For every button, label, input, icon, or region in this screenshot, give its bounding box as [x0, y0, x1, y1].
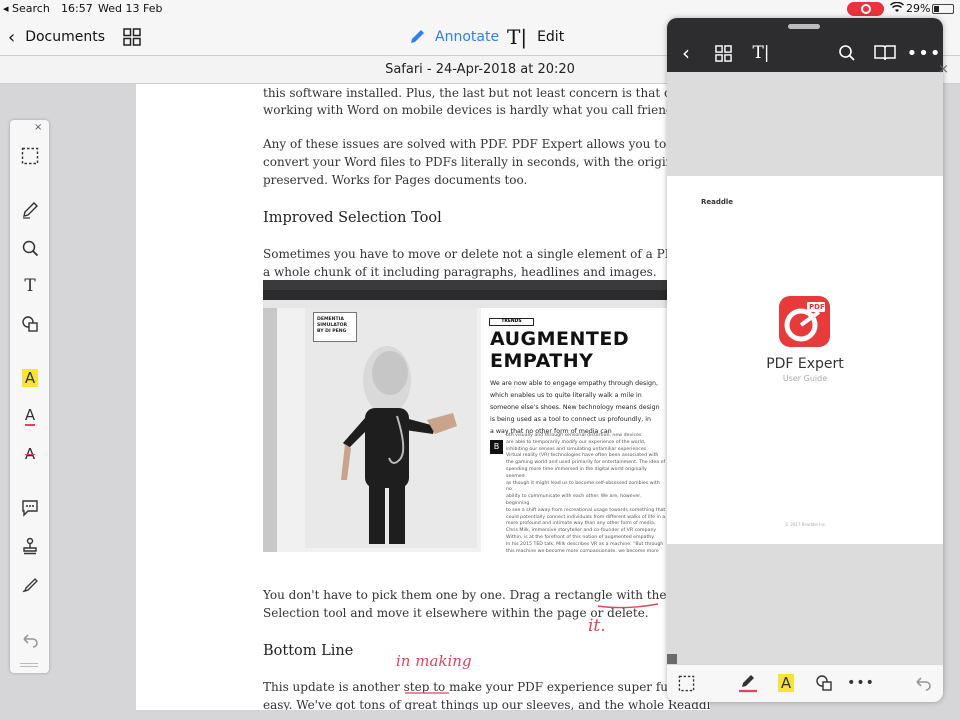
magnifier-tool-icon[interactable] [18, 236, 42, 260]
paragraph-line: Any of these issues are solved with PDF.… [263, 137, 710, 151]
text-tool-icon[interactable]: T [18, 274, 42, 298]
panel-cover-page: Readdle PDF PDF Expert User Guide © 2017… [667, 176, 943, 544]
grid-view-button[interactable] [123, 18, 141, 56]
grid-icon [123, 28, 141, 46]
ink-it-annotation: it. [588, 616, 606, 636]
pen-icon [411, 30, 424, 43]
slide-over-handle-icon[interactable] [788, 24, 820, 29]
trends-badge: TRENDS [489, 318, 534, 326]
selection-tool-icon[interactable] [18, 144, 42, 168]
status-bar: ◂ Search 16:57 Wed 13 Feb 29% [0, 0, 960, 18]
panel-edit-text-icon[interactable]: T| [748, 40, 774, 66]
edit-tab[interactable]: T| Edit [507, 18, 564, 56]
panel-more-icon[interactable]: ••• [907, 40, 941, 66]
screen-recording-icon [847, 2, 884, 16]
heading-bottom-line: Bottom Line [263, 643, 354, 659]
pdf-badge-text: PDF [809, 303, 825, 311]
comment-tool-icon[interactable] [18, 496, 42, 520]
figure-body-text: oth visually and through sensorial disto… [506, 433, 666, 552]
headline-empathy: EMPATHY [490, 350, 594, 372]
dropcap-b: B [490, 440, 503, 454]
panel-shapes-tool-icon[interactable] [811, 670, 837, 696]
paragraph-line: working with Word on mobile devices is h… [263, 103, 687, 117]
paragraph-line: a whole chunk of it including paragraphs… [263, 265, 657, 279]
panel-undo-icon[interactable] [910, 670, 936, 696]
paragraph-line: convert your Word files to PDFs literall… [263, 155, 710, 169]
dementia-label: DEMENTIA SIMULATOR BY DI PENG [313, 312, 357, 342]
strikethrough-tool-icon[interactable]: A [18, 442, 42, 466]
text-cursor-icon: T| [507, 25, 528, 49]
status-time: 16:57 [61, 2, 93, 15]
heading-improved-selection: Improved Selection Tool [263, 210, 442, 226]
figure-sidebar [263, 308, 277, 552]
documents-back-button[interactable]: ‹ Documents [8, 18, 105, 56]
shapes-tool-icon[interactable] [18, 312, 42, 336]
back-to-app-link[interactable]: ◂ Search [3, 2, 50, 15]
edit-label: Edit [537, 29, 565, 45]
panel-page-margin [667, 72, 943, 176]
figure-photo [305, 308, 477, 548]
annotate-label: Annotate [435, 29, 500, 45]
app-subtitle: User Guide [782, 374, 828, 383]
figure-subbar [263, 300, 667, 308]
status-date: Wed 13 Feb [98, 2, 163, 15]
person-with-vr-headset-image [341, 346, 457, 544]
highlight-tool-icon[interactable]: A [18, 366, 42, 390]
battery-icon [932, 4, 954, 14]
panel-more-tools-icon[interactable]: ••• [847, 670, 874, 696]
panel-selection-tool-icon[interactable] [673, 670, 699, 696]
figure-toolbar-row [263, 290, 667, 300]
ink-underline-annotation [597, 603, 659, 609]
panel-highlight-tool-icon[interactable]: A [773, 670, 799, 696]
underline-tool-icon[interactable]: A [18, 404, 42, 428]
paragraph-line: preserved. Works for Pages documents too… [263, 173, 528, 187]
panel-grid-icon[interactable] [710, 40, 736, 66]
pdf-expert-app-icon: PDF [779, 296, 830, 347]
figure-intro-text: We are now able to engage empathy throug… [490, 380, 660, 435]
annotation-tools-palette: × T A A A [10, 120, 49, 673]
palette-drag-handle-icon[interactable] [20, 663, 38, 667]
paragraph-line: this software installed. Plus, the last … [263, 86, 710, 100]
signature-tool-icon[interactable] [18, 572, 42, 596]
ink-making-annotation: in making [396, 652, 472, 670]
undo-icon[interactable] [18, 628, 42, 652]
chevron-left-icon: ‹ [8, 26, 16, 48]
slide-over-pdf-expert-window[interactable]: ‹ T| ••• Readdle PDF PDF Expert User Gui… [667, 18, 943, 702]
pen-tool-icon[interactable] [18, 198, 42, 222]
panel-reader-icon[interactable] [872, 40, 898, 66]
panel-pen-tool-icon[interactable] [735, 670, 761, 696]
app-title: PDF Expert [766, 356, 844, 372]
panel-search-icon[interactable] [834, 40, 860, 66]
documents-label: Documents [25, 29, 106, 45]
slide-over-close-icon[interactable]: × [938, 62, 949, 77]
headline-augmented: AUGMENTED [490, 328, 630, 350]
pdf-page[interactable]: this software installed. Plus, the last … [136, 84, 710, 710]
panel-page-margin-bottom [667, 544, 943, 664]
magazine-screenshot-image: DEMENTIA SIMULATOR BY DI PENG TRENDS AUG… [263, 280, 667, 552]
paragraph-line: Sometimes you have to move or delete not… [263, 247, 710, 261]
close-icon[interactable]: × [34, 122, 42, 133]
annotate-tab[interactable]: Annotate [408, 18, 499, 56]
wifi-icon [889, 1, 905, 16]
paragraph-line: easy. We've got tons of great things up … [263, 698, 710, 710]
battery-percent: 29% [906, 2, 931, 15]
panel-annotation-bar: A ••• [667, 664, 943, 702]
panel-back-icon[interactable]: ‹ [673, 40, 699, 66]
stamp-tool-icon[interactable] [18, 534, 42, 558]
readdle-logo-text: Readdle [701, 198, 734, 206]
panel-scroll-indicator-icon[interactable] [667, 654, 677, 664]
paragraph-line: This update is another step to make your… [263, 680, 710, 694]
copyright-text: © 2017 Readdle Inc. [785, 522, 827, 527]
